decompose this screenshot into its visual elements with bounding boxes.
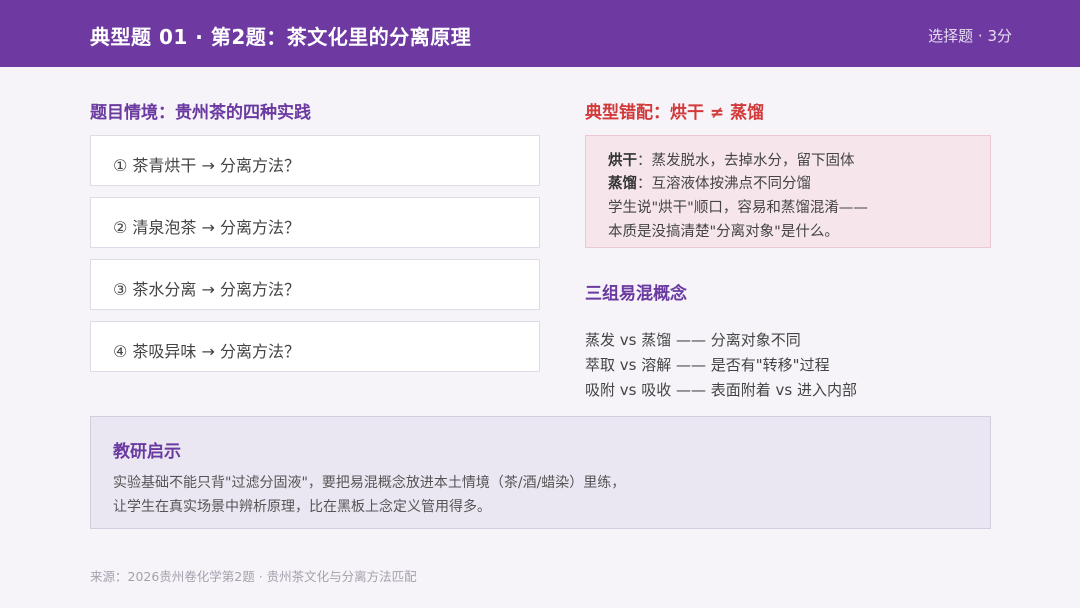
term-desc: ：蒸发脱水，去掉水分，留下固体 [637, 153, 855, 169]
question-card: ③ 茶水分离 → 分离方法？ [90, 259, 540, 310]
source-note: 来源：2026贵州卷化学第2题 · 贵州茶文化与分离方法匹配 [90, 569, 417, 584]
mismatch-line: 烘干：蒸发脱水，去掉水分，留下固体 [608, 149, 855, 170]
question-text: ① 茶青烘干 → 分离方法？ [113, 156, 301, 175]
mismatch-line: 学生说"烘干"顺口，容易和蒸馏混淆—— [608, 196, 868, 217]
concept-item: 蒸发 vs 蒸馏 —— 分离对象不同 [585, 331, 801, 349]
term-label: 蒸馏 [608, 176, 637, 192]
page-title: 典型题 01 · 第2题：茶文化里的分离原理 [90, 25, 472, 49]
mismatch-note: 本质是没搞清楚"分离对象"是什么。 [608, 224, 839, 240]
concept-item: 萃取 vs 溶解 —— 是否有"转移"过程 [585, 356, 830, 374]
question-meta: 选择题 · 3分 [928, 27, 1012, 45]
header-bar: 典型题 01 · 第2题：茶文化里的分离原理 选择题 · 3分 [0, 0, 1080, 67]
question-card: ① 茶青烘干 → 分离方法？ [90, 135, 540, 186]
mismatch-line: 本质是没搞清楚"分离对象"是什么。 [608, 220, 839, 241]
mismatch-note: 学生说"烘干"顺口，容易和蒸馏混淆—— [608, 200, 868, 216]
insight-line: 实验基础不能只背"过滤分固液"，要把易混概念放进本土情境（茶/酒/蜡染）里练， [113, 475, 626, 491]
question-text: ② 清泉泡茶 → 分离方法？ [113, 218, 301, 237]
term-desc: ：互溶液体按沸点不同分馏 [637, 176, 811, 192]
mismatch-box: 烘干：蒸发脱水，去掉水分，留下固体 蒸馏：互溶液体按沸点不同分馏 学生说"烘干"… [585, 135, 991, 248]
mismatch-title: 典型错配：烘干 ≠ 蒸馏 [585, 103, 765, 123]
question-card: ④ 茶吸异味 → 分离方法？ [90, 321, 540, 372]
insight-title: 教研启示 [113, 442, 181, 462]
question-card: ② 清泉泡茶 → 分离方法？ [90, 197, 540, 248]
question-text: ④ 茶吸异味 → 分离方法？ [113, 342, 301, 361]
insight-line: 让学生在真实场景中辨析原理，比在黑板上念定义管用得多。 [113, 499, 491, 515]
scenario-title: 题目情境：贵州茶的四种实践 [90, 103, 311, 123]
concepts-title: 三组易混概念 [585, 284, 687, 304]
concept-item: 吸附 vs 吸收 —— 表面附着 vs 进入内部 [585, 381, 857, 399]
term-label: 烘干 [608, 153, 637, 169]
insight-box: 教研启示 实验基础不能只背"过滤分固液"，要把易混概念放进本土情境（茶/酒/蜡染… [90, 416, 991, 529]
mismatch-line: 蒸馏：互溶液体按沸点不同分馏 [608, 172, 811, 193]
question-text: ③ 茶水分离 → 分离方法？ [113, 280, 301, 299]
